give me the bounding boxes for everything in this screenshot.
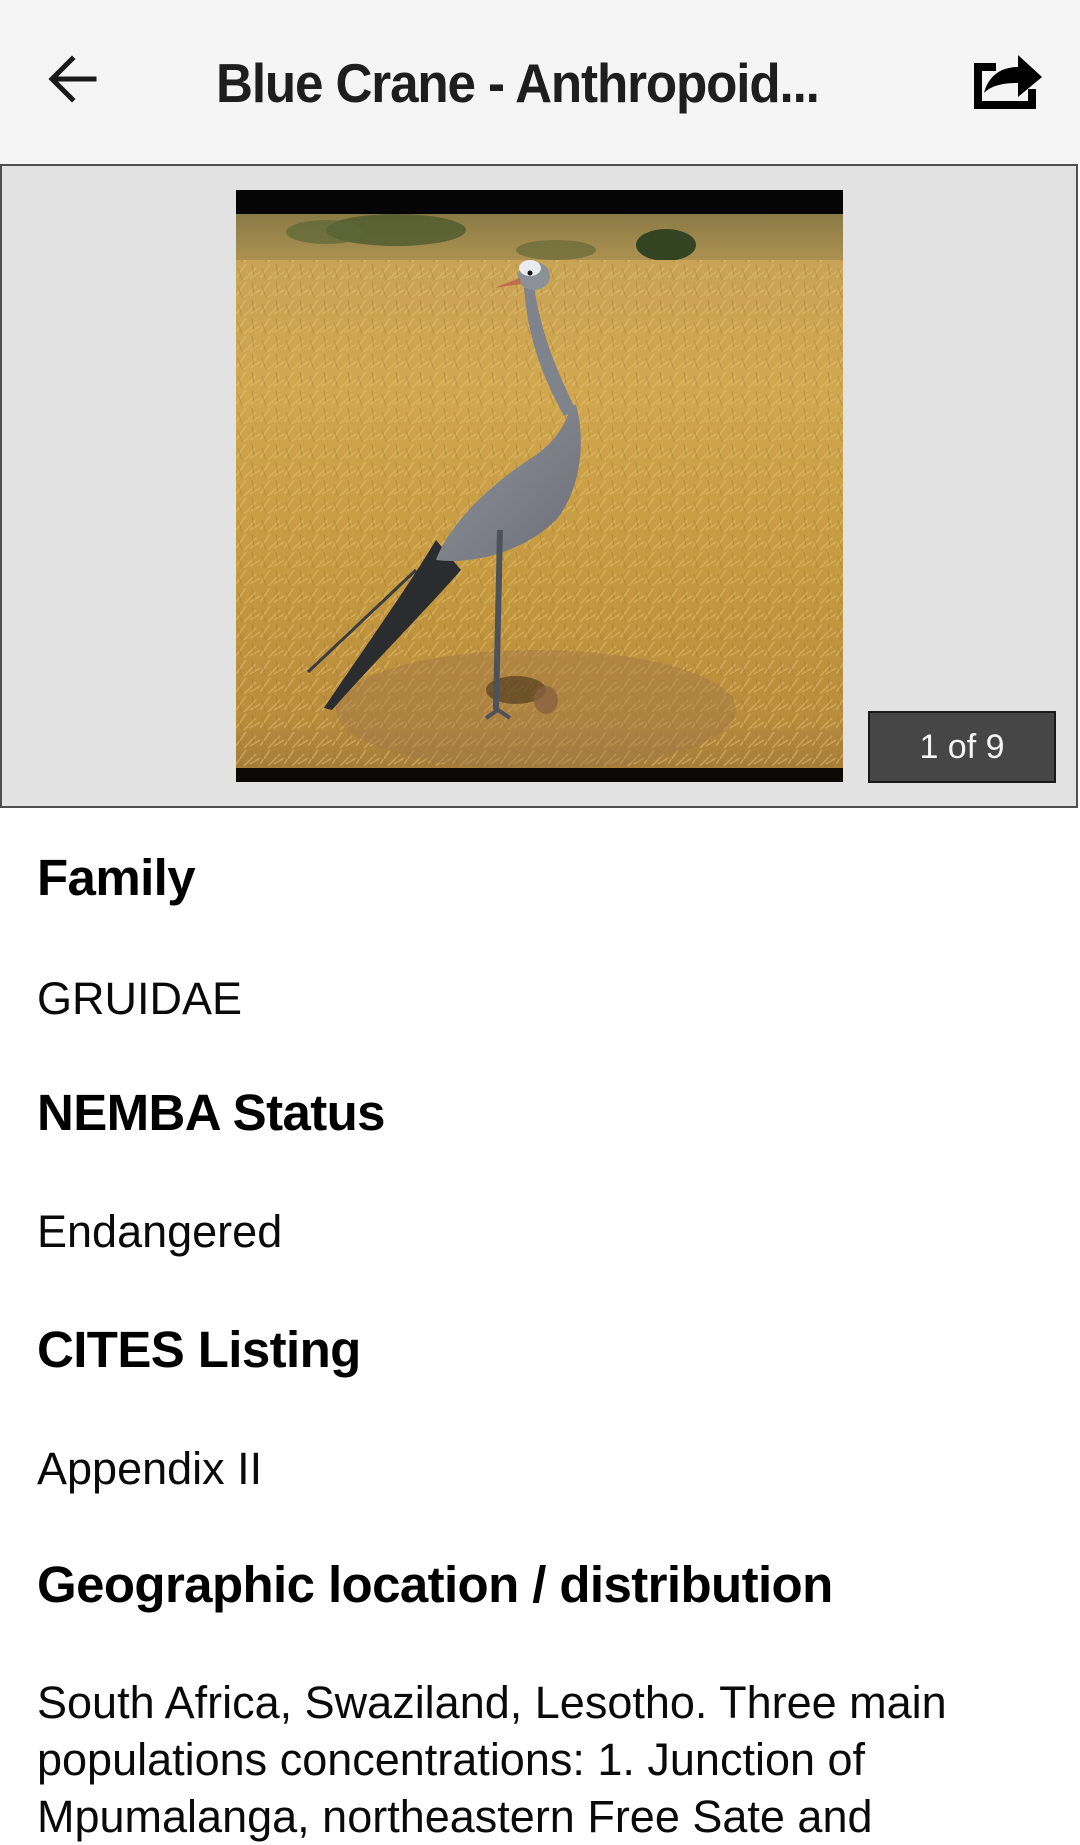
species-detail-screen: Blue Crane - Anthropoid... 1 of 9 Family…	[0, 0, 1080, 1845]
family-value-block: GRUIDAE	[37, 970, 242, 1027]
family-value: GRUIDAE	[37, 973, 243, 1024]
cites-listing-value: Appendix II	[37, 1443, 263, 1494]
image-gallery[interactable]: 1 of 9	[0, 164, 1078, 808]
cites-listing-section: CITES Listing	[37, 1320, 361, 1380]
family-section: Family	[37, 848, 196, 908]
back-button[interactable]	[36, 45, 108, 117]
nemba-status-value: Endangered	[37, 1206, 283, 1257]
distribution-value-block: South Africa, Swaziland, Lesotho. Three …	[37, 1674, 1047, 1845]
distribution-section: Geographic location / distribution	[37, 1555, 833, 1615]
section-heading: NEMBA Status	[37, 1084, 386, 1141]
section-heading: Family	[37, 849, 196, 906]
app-bar: Blue Crane - Anthropoid...	[0, 0, 1080, 164]
distribution-line: populations concentrations: 1. Junction …	[37, 1734, 866, 1785]
page-title: Blue Crane - Anthropoid...	[216, 52, 820, 114]
nemba-status-value-block: Endangered	[37, 1203, 282, 1260]
crane-photo-illustration	[236, 190, 843, 782]
distribution-line: Mpumalanga, northeastern Free Sate and	[37, 1791, 873, 1842]
nemba-status-section: NEMBA Status	[37, 1083, 386, 1143]
share-button[interactable]	[962, 44, 1054, 120]
share-icon	[970, 49, 1046, 116]
section-heading: CITES Listing	[37, 1321, 361, 1378]
section-heading: Geographic location / distribution	[37, 1556, 833, 1613]
species-photo[interactable]	[236, 190, 843, 782]
cites-listing-value-block: Appendix II	[37, 1440, 262, 1497]
image-counter-badge: 1 of 9	[868, 711, 1056, 783]
distribution-line: South Africa, Swaziland, Lesotho. Three …	[37, 1677, 947, 1728]
arrow-left-icon	[44, 51, 100, 112]
